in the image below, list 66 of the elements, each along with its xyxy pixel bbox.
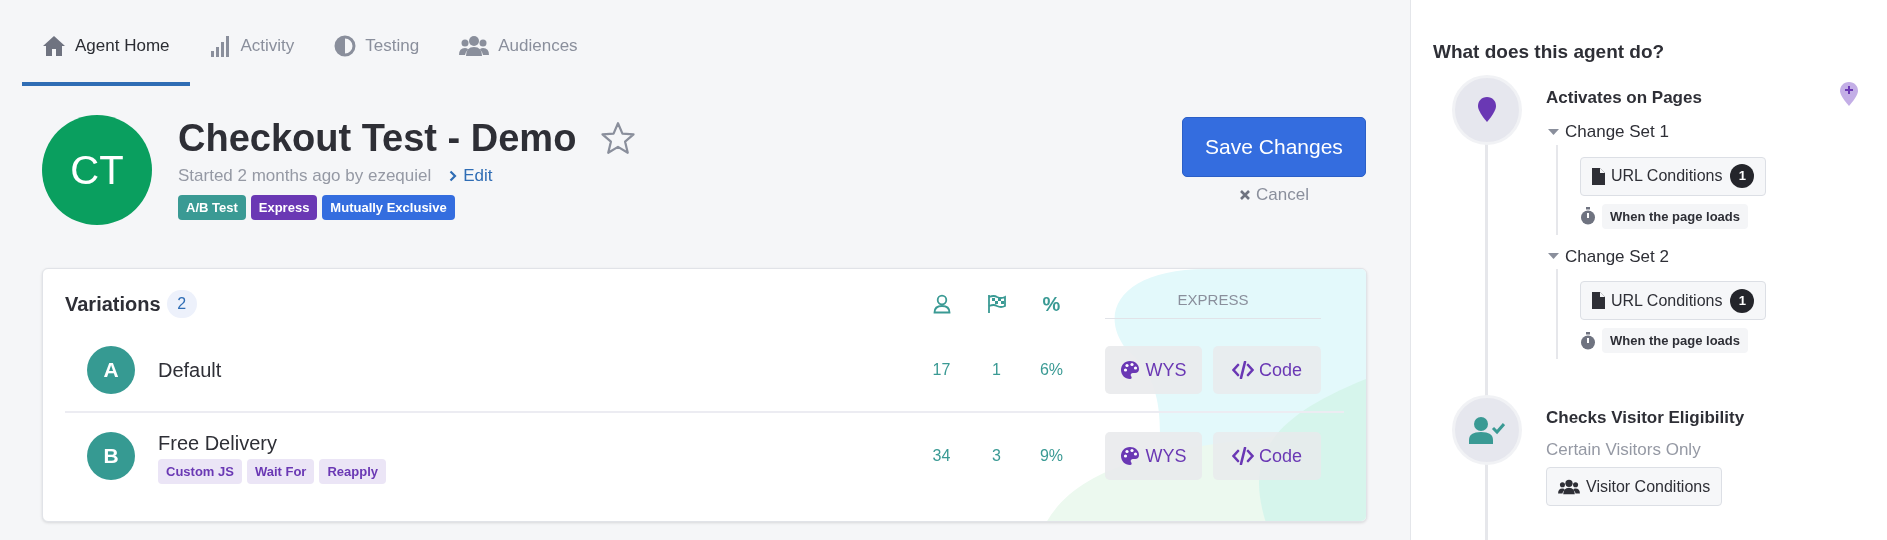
- star-icon[interactable]: [600, 121, 637, 155]
- column-header: %: [1041, 292, 1062, 317]
- step-subtitle: Certain Visitors Only: [1546, 438, 1702, 461]
- half-circle-icon: [334, 35, 357, 57]
- tag: Wait For: [246, 459, 315, 484]
- avatar: CT: [42, 115, 152, 225]
- caret-icon: [1548, 127, 1559, 136]
- section-title: Variations: [65, 292, 161, 317]
- count-badge: 2: [166, 290, 197, 318]
- variation-avatar: A: [87, 346, 135, 394]
- count-badge: 1: [1730, 288, 1755, 313]
- tab[interactable]: Agent Home: [22, 18, 190, 86]
- tag: Mutually Exclusive: [322, 194, 455, 220]
- file-icon: [1592, 167, 1605, 185]
- agent-title: Checkout Test - Demo: [178, 116, 577, 161]
- wysiwyg-button[interactable]: WYS: [1105, 346, 1202, 394]
- close-icon: [1239, 188, 1252, 201]
- code-button[interactable]: Code: [1213, 432, 1321, 480]
- file-icon: [1592, 292, 1605, 309]
- code-icon: [1232, 361, 1254, 379]
- code-icon: [1232, 447, 1254, 465]
- panel-title: What does this agent do?: [1433, 40, 1666, 64]
- stopwatch-icon: [1580, 207, 1596, 225]
- step-title: Activates on Pages: [1546, 86, 1702, 109]
- stat-value: 9%: [1038, 446, 1065, 466]
- chevron-icon: [449, 169, 458, 182]
- code-button[interactable]: Code: [1213, 346, 1321, 394]
- url-conditions-button[interactable]: URL Conditions 1: [1580, 156, 1767, 196]
- user-check-icon: [1469, 416, 1505, 444]
- stat-value: 3: [991, 446, 1002, 466]
- add-location-icon: [1839, 80, 1859, 107]
- save-button[interactable]: Save Changes: [1182, 117, 1366, 177]
- change-set-toggle[interactable]: Change Set 1: [1548, 119, 1887, 145]
- wysiwyg-button[interactable]: WYS: [1105, 432, 1202, 480]
- variation-name: Default: [158, 358, 223, 383]
- stat-value: 6%: [1038, 360, 1065, 380]
- signal-bars-icon: [209, 35, 232, 57]
- visitor-conditions-button[interactable]: Visitor Conditions: [1546, 467, 1723, 506]
- variation-avatar: B: [87, 432, 135, 480]
- stat-value: 34: [931, 446, 952, 466]
- home-icon: [42, 35, 66, 57]
- checkered-flag-icon: [986, 294, 1007, 314]
- users-icon: [459, 35, 490, 57]
- trigger-label: When the page loads: [1602, 328, 1748, 353]
- stat-value: 1: [991, 360, 1002, 380]
- tag: Express: [250, 194, 318, 220]
- trigger-label: When the page loads: [1602, 203, 1748, 229]
- person-icon: [932, 294, 951, 314]
- users-icon: [1558, 478, 1580, 495]
- subtitle: Started 2 months ago by ezequiel: [178, 165, 432, 187]
- stopwatch-icon: [1580, 331, 1596, 350]
- variation-name: Free Delivery: [158, 431, 278, 456]
- map-pin-icon: [1477, 96, 1497, 123]
- tag: A/B Test: [178, 194, 246, 220]
- url-conditions-button[interactable]: URL Conditions 1: [1580, 281, 1767, 320]
- tag: Reapply: [319, 459, 386, 484]
- palette-icon: [1120, 360, 1141, 380]
- count-badge: 1: [1730, 164, 1755, 188]
- stat-value: 17: [931, 360, 952, 380]
- caret-icon: [1548, 252, 1559, 261]
- palette-icon: [1120, 446, 1141, 466]
- tag: Custom JS: [158, 459, 242, 484]
- step-title: Checks Visitor Eligibility: [1546, 407, 1745, 429]
- change-set-toggle[interactable]: Change Set 2: [1548, 243, 1887, 269]
- column-header: EXPRESS: [1105, 289, 1321, 319]
- edit-link[interactable]: Edit: [449, 163, 493, 189]
